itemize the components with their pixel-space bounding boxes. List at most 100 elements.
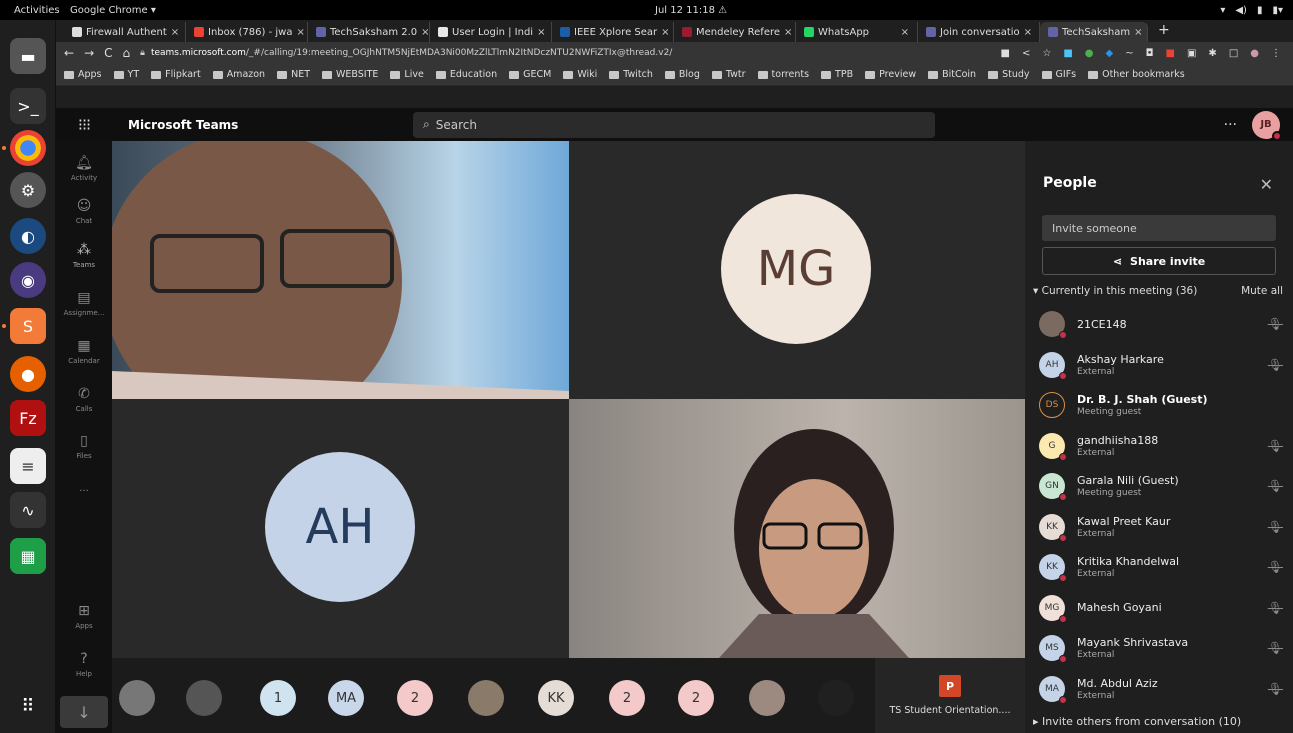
- bookmark-item[interactable]: Twitch: [609, 69, 653, 80]
- participant-chip[interactable]: MA: [328, 680, 364, 716]
- bookmark-item[interactable]: Apps: [64, 69, 102, 80]
- system-tray[interactable]: ▾ ◀) ▮ ▮▾: [1220, 5, 1283, 16]
- kebab-menu-icon[interactable]: ⋮: [1271, 48, 1281, 59]
- participant-chip[interactable]: [468, 680, 504, 716]
- rail-help[interactable]: ? Help: [56, 651, 112, 678]
- chrome-icon[interactable]: [10, 130, 46, 166]
- tab-close-icon[interactable]: ×: [661, 27, 669, 38]
- bookmark-item[interactable]: TPB: [821, 69, 853, 80]
- rail-calls[interactable]: ✆ Calls: [56, 386, 112, 413]
- clock[interactable]: Jul 12 11:18 ⚠: [655, 5, 727, 16]
- tab-close-icon[interactable]: ×: [537, 27, 545, 38]
- extension-icon[interactable]: ▣: [1187, 48, 1196, 59]
- participant-row[interactable]: GN Garala Nili (Guest) Meeting guest 🎙︎: [1039, 466, 1285, 507]
- bookmark-item[interactable]: torrents: [757, 69, 809, 80]
- window-icon[interactable]: □: [1229, 48, 1238, 59]
- mic-off-icon[interactable]: 🎙︎: [1268, 641, 1283, 655]
- tab-close-icon[interactable]: ×: [171, 27, 179, 38]
- bookmark-item[interactable]: NET: [277, 69, 310, 80]
- participant-row[interactable]: 21CE148 🎙︎: [1039, 304, 1285, 345]
- steam-icon[interactable]: ◐: [10, 218, 46, 254]
- mic-off-icon[interactable]: 🎙︎: [1268, 520, 1283, 534]
- invite-input[interactable]: Invite someone: [1042, 215, 1276, 241]
- participant-chip[interactable]: [749, 680, 785, 716]
- show-apps-icon[interactable]: ⠿: [10, 688, 46, 724]
- share-invite-button[interactable]: ⋖ Share invite: [1042, 247, 1276, 275]
- participant-chip[interactable]: [186, 680, 222, 716]
- bookmark-item[interactable]: Live: [390, 69, 424, 80]
- eclipse-icon[interactable]: ◉: [10, 262, 46, 298]
- rail-teams[interactable]: ⁂ Teams: [56, 242, 112, 269]
- participant-row[interactable]: KK Kritika Khandelwal External 🎙︎: [1039, 547, 1285, 588]
- mic-off-icon[interactable]: 🎙︎: [1268, 439, 1283, 453]
- mic-off-icon[interactable]: 🎙︎: [1268, 601, 1283, 615]
- participant-chip[interactable]: 1: [260, 680, 296, 716]
- extension-icon[interactable]: ◘: [1146, 48, 1154, 59]
- mic-off-icon[interactable]: 🎙︎: [1268, 317, 1283, 331]
- participant-chip[interactable]: 2: [678, 680, 714, 716]
- system-monitor-icon[interactable]: ∿: [10, 492, 46, 528]
- files-icon[interactable]: ▬: [10, 38, 46, 74]
- app-launcher-icon[interactable]: ⁝⁝⁝: [56, 115, 112, 134]
- browser-tab[interactable]: Inbox (786) - jwa ×: [186, 22, 308, 42]
- section-toggle[interactable]: ▾ Currently in this meeting (36): [1033, 285, 1197, 297]
- home-icon[interactable]: ⌂: [123, 46, 131, 60]
- activities-button[interactable]: Activities: [0, 5, 70, 16]
- participant-row[interactable]: MG Mahesh Goyani 🎙︎: [1039, 588, 1285, 629]
- extension-icon[interactable]: ◆: [1106, 48, 1114, 59]
- browser-tab[interactable]: IEEE Xplore Sear ×: [552, 22, 674, 42]
- browser-tab[interactable]: Join conversatio ×: [918, 22, 1040, 42]
- browser-tab[interactable]: TechSaksham ×: [1040, 22, 1148, 42]
- rail-apps[interactable]: ⊞ Apps: [56, 603, 112, 630]
- extension-icon[interactable]: ■: [1166, 48, 1175, 59]
- tab-close-icon[interactable]: ×: [421, 27, 429, 38]
- tab-close-icon[interactable]: ×: [1024, 27, 1032, 38]
- terminal-icon[interactable]: >_: [10, 88, 46, 124]
- mute-all-button[interactable]: Mute all: [1241, 285, 1283, 297]
- mic-off-icon[interactable]: 🎙︎: [1268, 358, 1283, 372]
- participant-row[interactable]: KK Kawal Preet Kaur External 🎙︎: [1039, 507, 1285, 548]
- app-menu[interactable]: Google Chrome ▾: [70, 5, 156, 16]
- tab-close-icon[interactable]: ×: [901, 27, 909, 38]
- participant-row[interactable]: MA Md. Abdul Aziz External 🎙︎: [1039, 669, 1285, 710]
- bookmark-item[interactable]: BitCoin: [928, 69, 976, 80]
- video-tile-mg[interactable]: MG: [569, 141, 1025, 399]
- download-icon[interactable]: ↓: [60, 696, 108, 728]
- rail-calendar[interactable]: ▦ Calendar: [56, 338, 112, 365]
- participant-row[interactable]: AH Akshay Harkare External 🎙︎: [1039, 345, 1285, 386]
- bookmark-item[interactable]: YT: [113, 69, 139, 80]
- tab-close-icon[interactable]: ×: [784, 27, 792, 38]
- mic-off-icon[interactable]: 🎙︎: [1268, 682, 1283, 696]
- rail-activity[interactable]: 🔔︎ Activity: [56, 155, 112, 182]
- mic-off-icon[interactable]: 🎙︎: [1268, 560, 1283, 574]
- extension-icon[interactable]: ●: [1085, 48, 1094, 59]
- video-tile-participant[interactable]: [569, 399, 1025, 658]
- participant-chip[interactable]: 2: [609, 680, 645, 716]
- puzzle-icon[interactable]: ✱: [1208, 48, 1216, 59]
- close-icon[interactable]: ✕: [1260, 175, 1273, 194]
- participant-chip[interactable]: [818, 680, 854, 716]
- forward-icon[interactable]: →: [84, 46, 94, 60]
- tab-close-icon[interactable]: ×: [1134, 27, 1142, 38]
- filezilla-icon[interactable]: Fz: [10, 400, 46, 436]
- profile-icon[interactable]: ●: [1250, 48, 1259, 59]
- settings-icon[interactable]: ⚙: [10, 172, 46, 208]
- video-tile-ah[interactable]: AH: [112, 399, 569, 658]
- browser-tab[interactable]: TechSaksham 2.0 ×: [308, 22, 430, 42]
- bookmark-item[interactable]: GIFs: [1041, 69, 1076, 80]
- invite-others-toggle[interactable]: ▸ Invite others from conversation (10): [1033, 715, 1241, 728]
- share-icon[interactable]: <: [1022, 48, 1030, 59]
- shared-content-tile[interactable]: P TS Student Orientation....: [875, 658, 1025, 733]
- user-avatar[interactable]: JB: [1252, 110, 1282, 141]
- reload-icon[interactable]: C: [104, 46, 112, 60]
- bookmark-item[interactable]: Preview: [865, 69, 916, 80]
- participant-row[interactable]: MS Mayank Shrivastava External 🎙︎: [1039, 628, 1285, 669]
- participant-row[interactable]: DS Dr. B. J. Shah (Guest) Meeting guest: [1039, 385, 1285, 426]
- back-icon[interactable]: ←: [64, 46, 74, 60]
- rail-more[interactable]: ...: [56, 483, 112, 494]
- more-options-icon[interactable]: ···: [1224, 117, 1237, 133]
- bookmark-item[interactable]: Twtr: [711, 69, 746, 80]
- rail-assignments[interactable]: ▤ Assignme...: [56, 290, 112, 317]
- camera-icon[interactable]: ■: [1001, 48, 1010, 59]
- bookmark-item[interactable]: Study: [988, 69, 1030, 80]
